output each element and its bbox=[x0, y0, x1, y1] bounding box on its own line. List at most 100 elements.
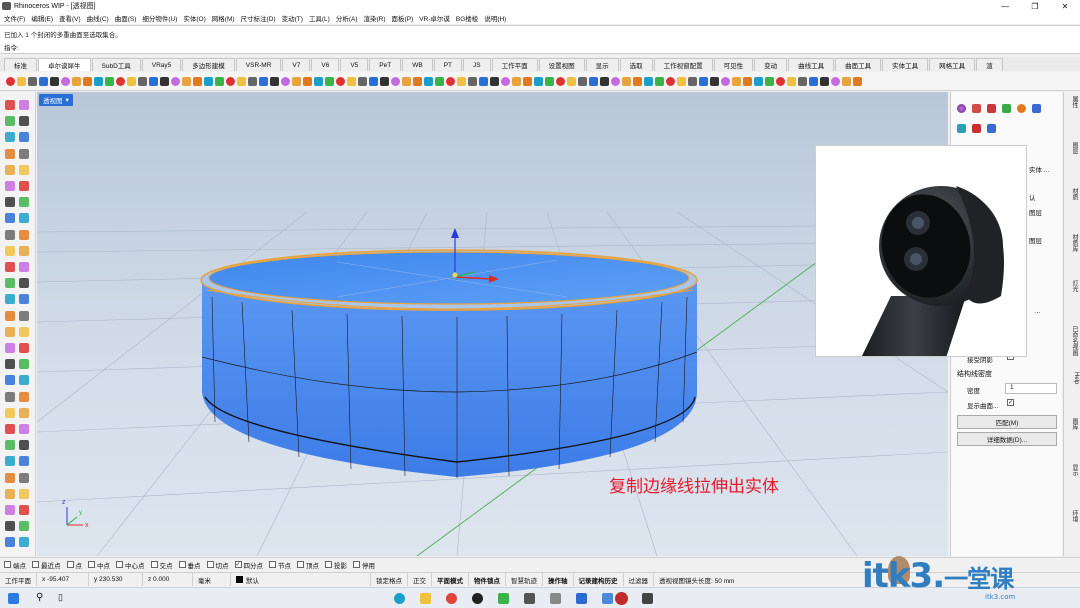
toolbar-tool-icon[interactable] bbox=[270, 76, 279, 86]
toolbox-tool-icon[interactable] bbox=[5, 440, 15, 451]
tab-4[interactable]: 多边形建模 bbox=[182, 58, 235, 71]
toolbox-tool-icon[interactable] bbox=[19, 456, 29, 467]
toolbar-tool-icon[interactable] bbox=[765, 76, 774, 86]
toolbar-tool-icon[interactable] bbox=[809, 76, 818, 86]
osnap-12[interactable]: 停用 bbox=[353, 560, 375, 570]
toolbox-tool-icon[interactable] bbox=[5, 262, 15, 272]
toolbox-tool-icon[interactable] bbox=[19, 229, 29, 240]
tab-16[interactable]: 选取 bbox=[619, 58, 653, 71]
toolbar-tool-icon[interactable] bbox=[853, 76, 862, 86]
toolbar-tool-icon[interactable] bbox=[655, 76, 664, 86]
toolbox-tool-icon[interactable] bbox=[19, 343, 29, 353]
toolbar-tool-icon[interactable] bbox=[369, 76, 378, 86]
app-icon-1[interactable] bbox=[524, 593, 535, 604]
toolbar-tool-icon[interactable] bbox=[248, 76, 257, 86]
tab-14[interactable]: 设置视图 bbox=[538, 58, 585, 71]
toolbox-tool-icon[interactable] bbox=[5, 391, 15, 402]
toolbar-tool-icon[interactable] bbox=[391, 76, 400, 86]
toolbox-tool-icon[interactable] bbox=[19, 245, 29, 256]
osnap-checkbox[interactable] bbox=[32, 561, 39, 568]
status-toggle-3[interactable]: 物件锁点 bbox=[469, 573, 506, 586]
toolbar-tool-icon[interactable] bbox=[688, 76, 697, 86]
status-toggle-6[interactable]: 记录建构历史 bbox=[574, 573, 624, 586]
toolbar-tool-icon[interactable] bbox=[644, 76, 653, 86]
rhino-task-icon[interactable] bbox=[615, 592, 628, 605]
osnap-checkbox[interactable]: ✓ bbox=[234, 561, 242, 568]
toolbox-tool-icon[interactable] bbox=[5, 326, 15, 337]
toolbox-tool-icon[interactable] bbox=[5, 456, 15, 467]
tab-19[interactable]: 变动 bbox=[754, 58, 788, 71]
toolbar-tool-icon[interactable] bbox=[490, 76, 499, 86]
toolbar-tool-icon[interactable] bbox=[138, 76, 147, 86]
side-tab-5[interactable]: 已命名视图 bbox=[1066, 326, 1079, 356]
toolbox-tool-icon[interactable] bbox=[19, 326, 29, 337]
toolbox-tool-icon[interactable] bbox=[19, 262, 29, 272]
cplane-label[interactable]: 工作平面 bbox=[0, 573, 37, 586]
toolbox-tool-icon[interactable] bbox=[5, 521, 15, 532]
tab-5[interactable]: VSR-MR bbox=[235, 58, 282, 71]
toolbar-tool-icon[interactable] bbox=[292, 76, 301, 86]
match-button[interactable]: 匹配(M) bbox=[957, 415, 1057, 429]
perspective-viewport[interactable]: z x y 透视图 ▾ 复制边缘线拉伸出实体 bbox=[37, 92, 948, 556]
texture-icon[interactable] bbox=[1002, 104, 1011, 113]
toolbox-tool-icon[interactable] bbox=[5, 488, 15, 499]
osnap-4[interactable]: 中心点 bbox=[116, 560, 145, 570]
toolbar-tool-icon[interactable] bbox=[39, 76, 48, 86]
tab-3[interactable]: VRay5 bbox=[141, 58, 182, 71]
toolbar-tool-icon[interactable] bbox=[237, 76, 246, 86]
toolbar-tool-icon[interactable] bbox=[479, 76, 488, 86]
density-field[interactable]: 1 bbox=[1005, 383, 1057, 394]
toolbar-tool-icon[interactable] bbox=[721, 76, 730, 86]
app-icon-2[interactable] bbox=[550, 593, 561, 604]
app-icon-4[interactable] bbox=[602, 593, 613, 604]
osnap-0[interactable]: 端点 bbox=[4, 560, 26, 570]
tab-1[interactable]: 卓尔谟犀牛 bbox=[38, 58, 91, 71]
toolbox-tool-icon[interactable] bbox=[19, 391, 29, 402]
toolbar-tool-icon[interactable] bbox=[677, 76, 686, 86]
tab-20[interactable]: 曲线工具 bbox=[788, 58, 835, 71]
status-toggle-7[interactable]: 过滤器 bbox=[624, 573, 654, 586]
toolbar-tool-icon[interactable] bbox=[633, 76, 642, 86]
toolbox-tool-icon[interactable] bbox=[19, 521, 29, 532]
toolbar-tool-icon[interactable] bbox=[160, 76, 169, 86]
status-toggle-0[interactable]: 锁定格点 bbox=[371, 573, 408, 586]
qq-icon[interactable] bbox=[472, 593, 483, 604]
toolbox-tool-icon[interactable] bbox=[19, 505, 29, 515]
close-button[interactable]: ✕ bbox=[1050, 0, 1080, 12]
status-toggle-2[interactable]: 平面模式 bbox=[432, 573, 469, 586]
osnap-9[interactable]: 节点 bbox=[269, 560, 291, 570]
layer-indicator[interactable]: 默认 bbox=[231, 573, 371, 586]
toolbox-tool-icon[interactable] bbox=[5, 100, 15, 110]
toolbox-tool-icon[interactable] bbox=[19, 213, 29, 224]
toolbar-tool-icon[interactable] bbox=[105, 76, 114, 86]
menu-item-11[interactable]: 分析(A) bbox=[336, 13, 358, 23]
toolbox-tool-icon[interactable] bbox=[5, 148, 15, 159]
toolbar-tool-icon[interactable] bbox=[611, 76, 620, 86]
toolbox-tool-icon[interactable] bbox=[19, 164, 29, 175]
osnap-7[interactable]: 切点 bbox=[206, 560, 229, 570]
osnap-8[interactable]: ✓ 四分点 bbox=[234, 560, 263, 570]
side-tab-9[interactable]: 环境 bbox=[1066, 510, 1079, 522]
toolbar-tool-icon[interactable] bbox=[776, 76, 785, 86]
details-button[interactable]: 详细数据(D)... bbox=[957, 432, 1057, 446]
toolbar-tool-icon[interactable] bbox=[204, 76, 213, 86]
units-label[interactable]: 毫米 bbox=[193, 573, 231, 586]
toolbar-tool-icon[interactable] bbox=[457, 76, 466, 86]
toolbox-tool-icon[interactable] bbox=[19, 407, 29, 418]
minimize-button[interactable]: — bbox=[990, 0, 1020, 12]
tab-9[interactable]: PeT bbox=[369, 58, 402, 71]
toolbox-tool-icon[interactable] bbox=[19, 472, 29, 483]
tab-24[interactable]: 渲 bbox=[976, 58, 1003, 71]
toolbar-tool-icon[interactable] bbox=[281, 76, 290, 86]
toolbar-tool-icon[interactable] bbox=[743, 76, 752, 86]
side-tab-0[interactable]: 属性 bbox=[1066, 96, 1079, 108]
info-icon[interactable] bbox=[1032, 104, 1041, 113]
sphere-icon[interactable] bbox=[1017, 104, 1026, 113]
app-icon-5[interactable] bbox=[642, 593, 653, 604]
toolbox-tool-icon[interactable] bbox=[5, 407, 15, 418]
menu-item-0[interactable]: 文件(F) bbox=[4, 13, 25, 23]
edge-browser-icon[interactable] bbox=[394, 593, 405, 604]
side-tab-7[interactable]: 图库 bbox=[1066, 418, 1079, 430]
toolbar-tool-icon[interactable] bbox=[446, 76, 455, 86]
toolbox-tool-icon[interactable] bbox=[5, 310, 15, 321]
